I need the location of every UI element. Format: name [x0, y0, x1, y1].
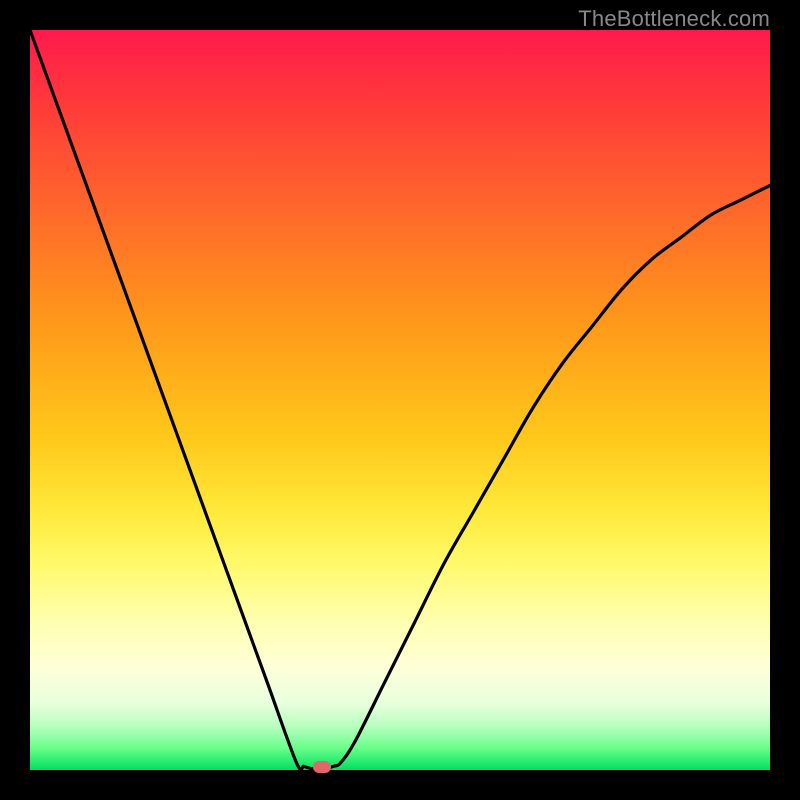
watermark-text: TheBottleneck.com	[578, 6, 770, 32]
curve-path	[30, 30, 770, 770]
minimum-marker	[313, 761, 331, 773]
bottleneck-curve	[30, 30, 770, 770]
chart-frame: TheBottleneck.com	[0, 0, 800, 800]
plot-area	[30, 30, 770, 770]
